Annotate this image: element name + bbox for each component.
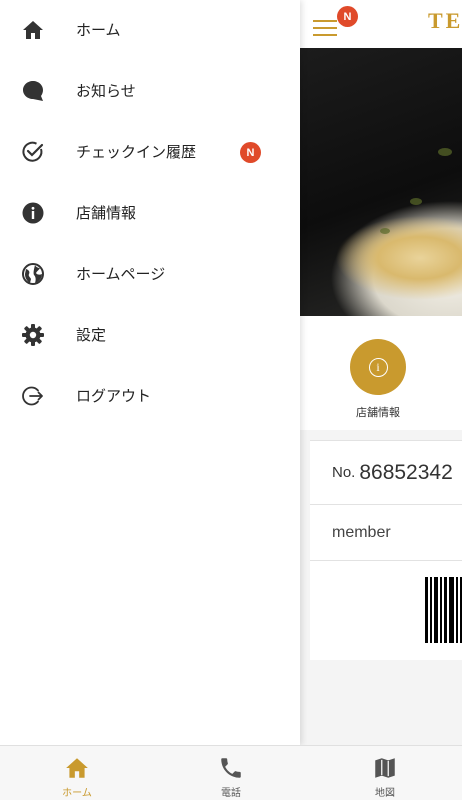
tab-phone[interactable]: 電話	[154, 746, 308, 800]
side-drawer: ホーム お知らせ チェックイン履歴 N 店舗情報 ホームページ 設定 ログアウト	[0, 0, 300, 745]
member-rank: member	[310, 505, 462, 561]
brand-logo: TE	[428, 8, 462, 33]
new-badge: N	[240, 142, 261, 163]
phone-icon	[221, 758, 241, 778]
menu-item-label: 店舗情報	[76, 204, 137, 222]
quick-actions: i 店舗情報	[300, 316, 462, 430]
menu-item-settings[interactable]: 設定	[0, 305, 300, 366]
home-icon	[23, 21, 43, 39]
menu-item-label: ホーム	[76, 21, 121, 39]
menu-item-news[interactable]: お知らせ	[0, 61, 300, 122]
globe-icon	[22, 263, 44, 285]
member-number-row: No. 86852342	[310, 441, 462, 505]
tab-label: 地図	[375, 788, 395, 799]
store-info-button[interactable]: i	[350, 339, 406, 395]
menu-item-label: ログアウト	[76, 387, 152, 405]
tab-label: 電話	[221, 788, 241, 799]
hamburger-icon[interactable]	[313, 20, 337, 38]
home-screen: N TE i 店舗情報 No. 86852342 member	[300, 0, 462, 745]
chat-bubble-icon	[23, 81, 43, 101]
menu-item-home[interactable]: ホーム	[0, 0, 300, 61]
check-circle-icon	[22, 141, 44, 162]
tab-home[interactable]: ホーム	[0, 746, 154, 800]
gear-icon	[22, 324, 44, 346]
menu-item-store-info[interactable]: 店舗情報	[0, 183, 300, 244]
logout-icon	[22, 386, 43, 406]
info-icon: i	[368, 357, 388, 377]
tab-label: ホーム	[62, 788, 92, 799]
bottom-tab-bar: ホーム 電話 地図	[0, 745, 462, 800]
map-icon	[375, 758, 395, 778]
menu-item-label: 設定	[76, 326, 107, 344]
member-number-label: No.	[332, 464, 356, 481]
store-info-label: 店舗情報	[356, 406, 400, 419]
home-icon	[66, 758, 88, 778]
menu-item-label: チェックイン履歴	[76, 143, 197, 161]
menu-item-homepage[interactable]: ホームページ	[0, 244, 300, 305]
menu-item-label: お知らせ	[76, 82, 136, 100]
member-barcode	[425, 577, 462, 643]
info-icon	[22, 202, 44, 224]
member-card: No. 86852342 member	[310, 440, 462, 660]
tab-map[interactable]: 地図	[308, 746, 462, 800]
menu-item-label: ホームページ	[76, 265, 166, 283]
app-header: N TE	[300, 0, 462, 48]
menu-item-logout[interactable]: ログアウト	[0, 366, 300, 427]
member-number: 86852342	[359, 460, 453, 484]
menu-item-checkin-history[interactable]: チェックイン履歴 N	[0, 122, 300, 183]
notification-badge: N	[337, 6, 358, 27]
hero-image	[300, 48, 462, 316]
